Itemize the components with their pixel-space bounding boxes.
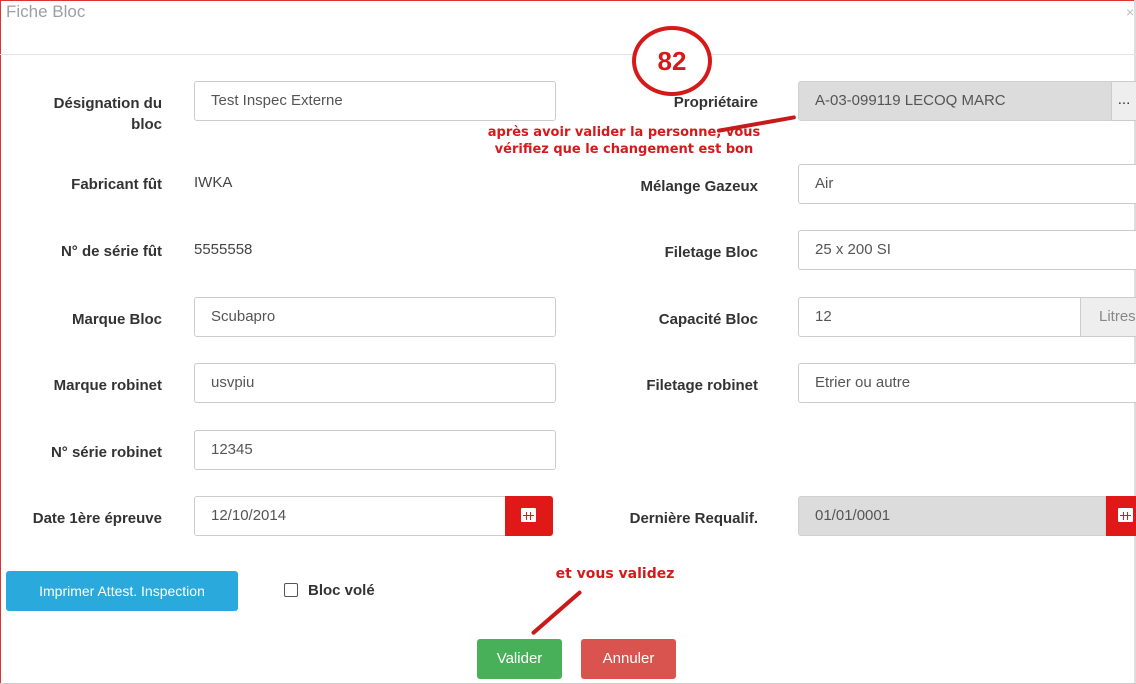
serie-fut-label: N° de série fût	[60, 243, 162, 260]
filetage-bloc-label: Filetage Bloc	[664, 244, 758, 261]
capacite-input[interactable]: 12	[798, 297, 1081, 337]
melange-label: Mélange Gazeux	[640, 178, 758, 195]
print-inspection-button[interactable]: Imprimer Attest. Inspection	[6, 571, 238, 611]
marque-bloc-input[interactable]: Scubapro	[194, 297, 556, 337]
fabricant-label: Fabricant fût	[71, 176, 162, 193]
marque-bloc-label: Marque Bloc	[71, 311, 162, 328]
date-epreuve-label: Date 1ère épreuve	[32, 510, 162, 527]
step-number-badge: 82	[632, 26, 712, 96]
modal-title: Fiche Bloc	[6, 2, 86, 21]
capacite-unit: Litres	[1080, 297, 1136, 337]
melange-select[interactable]: Air	[798, 164, 1136, 204]
bloc-vole-label: Bloc volé	[308, 582, 375, 599]
filetage-robinet-label: Filetage robinet	[646, 377, 758, 394]
proprietaire-select-button[interactable]: ...	[1111, 81, 1136, 121]
serie-robinet-input[interactable]: 12345	[194, 430, 556, 470]
requalif-label: Dernière Requalif.	[629, 510, 758, 527]
modal-left-border	[0, 0, 1, 684]
date-epreuve-input[interactable]: 12/10/2014	[194, 496, 506, 536]
annotation-arrow-validate	[530, 589, 583, 636]
requalif-calendar-button[interactable]	[1106, 496, 1136, 536]
bloc-vole-checkbox[interactable]	[284, 583, 298, 597]
cancel-button[interactable]: Annuler	[581, 639, 676, 679]
annotation-line-2: vérifiez que le changement est bon	[494, 142, 754, 157]
proprietaire-input: A-03-099119 LECOQ MARC	[798, 81, 1112, 121]
serie-robinet-label: N° série robinet	[50, 444, 162, 461]
serie-fut-value: 5555558	[194, 241, 253, 258]
header-divider	[0, 54, 1136, 55]
validate-button[interactable]: Valider	[477, 639, 562, 679]
calendar-icon	[1118, 508, 1133, 522]
designation-label-line2: bloc	[131, 116, 162, 133]
close-icon[interactable]: ×	[1126, 4, 1134, 20]
designation-input[interactable]: Test Inspec Externe	[194, 81, 556, 121]
designation-label-line1: Désignation du	[53, 95, 162, 112]
marque-robinet-label: Marque robinet	[53, 377, 162, 394]
filetage-robinet-select[interactable]: Etrier ou autre	[798, 363, 1136, 403]
annotation-validate-note: et vous validez	[555, 566, 675, 582]
fabricant-value: IWKA	[194, 174, 233, 191]
requalif-input: 01/01/0001	[798, 496, 1106, 536]
marque-robinet-input[interactable]: usvpiu	[194, 363, 556, 403]
filetage-bloc-select[interactable]: 25 x 200 SI	[798, 230, 1136, 270]
modal-top-border	[0, 0, 1136, 1]
date-epreuve-calendar-button[interactable]	[505, 496, 553, 536]
calendar-icon	[521, 508, 536, 522]
designation-label: Désignation du bloc	[20, 93, 162, 135]
step-number: 82	[657, 46, 687, 76]
capacite-label: Capacité Bloc	[658, 311, 758, 328]
